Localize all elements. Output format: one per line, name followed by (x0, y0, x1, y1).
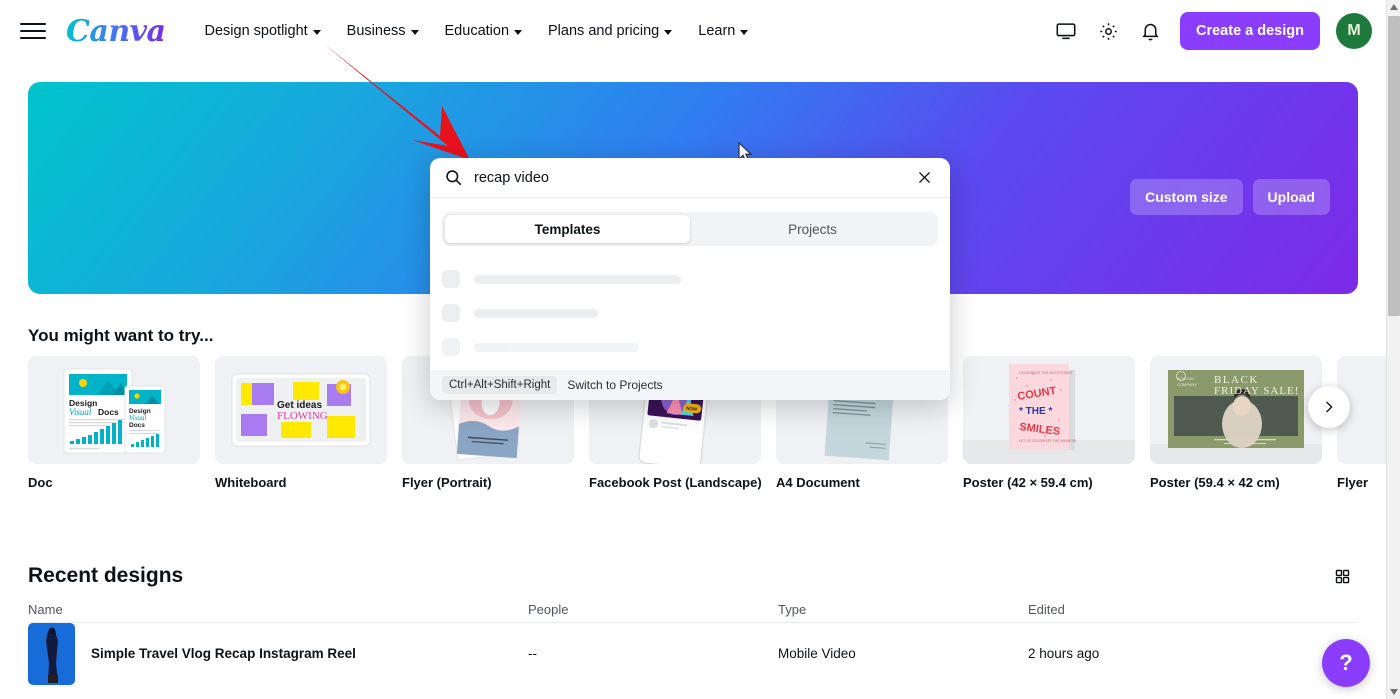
create-a-design-button[interactable]: Create a design (1180, 12, 1320, 50)
nav-item-plans-and-pricing[interactable]: Plans and pricing (537, 15, 683, 47)
search-bar (430, 158, 950, 198)
avatar[interactable]: M (1336, 13, 1372, 49)
row-type-cell: Mobile Video (778, 646, 856, 661)
tab-projects[interactable]: Projects (690, 215, 935, 243)
nav-item-education[interactable]: Education (434, 15, 534, 47)
column-header-edited[interactable]: Edited (1028, 602, 1358, 617)
search-input[interactable] (474, 169, 912, 186)
scroll-up-arrow[interactable] (1387, 0, 1400, 14)
table-row[interactable]: Simple Travel Vlog Recap Instagram Reel … (28, 622, 1358, 685)
chevron-right-icon (1326, 401, 1333, 413)
svg-text:FLOWING: FLOWING (277, 410, 328, 422)
svg-text:Visual: Visual (69, 407, 92, 417)
canva-homepage: Canva Design spotlight Business Educatio… (0, 0, 1400, 699)
suggestions-title: You might want to try... (28, 326, 214, 345)
template-label: Whiteboard (215, 475, 287, 490)
template-card-poster-landscape[interactable]: STYLISH COMPANY BLACK FRIDAY SALE! Poste… (1150, 356, 1322, 490)
skeleton-bar (474, 342, 639, 352)
nav-label: Business (346, 23, 406, 39)
hamburger-icon[interactable] (20, 18, 46, 44)
nav-item-learn[interactable]: Learn (687, 15, 759, 47)
main-navigation: Design spotlight Business Education Plan… (194, 15, 760, 47)
help-button[interactable]: ? (1322, 639, 1370, 687)
template-thumbnail: STYLISH COMPANY BLACK FRIDAY SALE! (1150, 356, 1322, 464)
svg-text:FRIDAY SALE!: FRIDAY SALE! (1214, 385, 1299, 397)
design-thumbnail (28, 622, 75, 685)
header-actions: Create a design M (1048, 12, 1386, 50)
recent-designs-table: Name People Type Edited Simple Travel Vl… (28, 596, 1358, 685)
template-label: Poster (42 × 59.4 cm) (963, 475, 1093, 490)
recent-designs-header: Recent designs (28, 560, 1358, 592)
template-label: Doc (28, 475, 53, 490)
close-icon[interactable] (912, 166, 936, 190)
row-name-cell: Simple Travel Vlog Recap Instagram Reel (28, 622, 528, 685)
chevron-down-icon (514, 29, 523, 35)
skeleton-bar (474, 274, 681, 284)
scroll-down-arrow[interactable] (1387, 685, 1400, 699)
row-people-cell: -- (528, 646, 537, 661)
skeleton-row (442, 262, 938, 296)
template-thumbnail: Get ideas FLOWING (215, 356, 387, 464)
chevron-down-icon (312, 29, 321, 35)
skeleton-row (442, 330, 938, 364)
chevron-down-icon (740, 29, 749, 35)
search-icon (446, 170, 462, 186)
nav-item-design-spotlight[interactable]: Design spotlight (194, 15, 332, 47)
column-header-name[interactable]: Name (28, 602, 528, 617)
skeleton-thumb (442, 338, 460, 356)
chevron-down-icon (410, 29, 419, 35)
nav-label: Plans and pricing (548, 23, 660, 39)
template-card-poster-portrait[interactable]: CELEBRATE THE MILESTONES COUNT * THE * S… (963, 356, 1135, 490)
grid-view-icon[interactable] (1326, 560, 1358, 592)
search-result-tabs: Templates Projects (442, 212, 938, 246)
svg-text:Docs: Docs (129, 422, 145, 429)
scrollbar-thumb[interactable] (1388, 16, 1400, 316)
template-label: Poster (59.4 × 42 cm) (1150, 475, 1280, 490)
nav-label: Learn (698, 23, 736, 39)
page-scrollbar[interactable] (1386, 0, 1400, 699)
column-header-type[interactable]: Type (778, 602, 1028, 617)
template-card-whiteboard[interactable]: Get ideas FLOWING Whiteboard (215, 356, 387, 490)
template-thumbnail: CELEBRATE THE MILESTONES COUNT * THE * S… (963, 356, 1135, 464)
nav-label: Design spotlight (204, 23, 308, 39)
svg-text:Docs: Docs (98, 407, 119, 417)
nav-label: Education (444, 23, 510, 39)
recent-designs-title: Recent designs (28, 564, 184, 587)
skeleton-row (442, 296, 938, 330)
search-panel-footer: Ctrl+Alt+Shift+Right Switch to Projects (430, 370, 950, 400)
canva-logo[interactable]: Canva (66, 14, 166, 49)
svg-text:COMPANY: COMPANY (1177, 382, 1197, 387)
design-name: Simple Travel Vlog Recap Instagram Reel (91, 646, 356, 661)
monitor-icon[interactable] (1048, 13, 1084, 49)
keyboard-shortcut: Ctrl+Alt+Shift+Right (442, 376, 558, 394)
column-header-people[interactable]: People (528, 602, 778, 617)
row-edited-cell: 2 hours ago (1028, 646, 1100, 661)
svg-text:Visual: Visual (129, 414, 146, 422)
template-card-doc[interactable]: Design Visual Docs Design Visual Docs Do… (28, 356, 200, 490)
svg-text:CELEBRATE THE MILESTONES: CELEBRATE THE MILESTONES (1019, 371, 1073, 375)
carousel-next-button[interactable] (1308, 386, 1350, 428)
tab-templates[interactable]: Templates (445, 215, 690, 243)
chevron-down-icon (664, 29, 673, 35)
search-dropdown-panel: Templates Projects Ctrl+Alt+Shift+Right … (430, 158, 950, 400)
skeleton-thumb (442, 304, 460, 322)
skeleton-thumb (442, 270, 460, 288)
template-label: A4 Document (776, 475, 860, 490)
svg-text:* THE *: * THE * (1019, 406, 1052, 417)
search-results-loading (430, 250, 950, 370)
switch-to-projects-label[interactable]: Switch to Projects (567, 378, 662, 392)
svg-text:LET US CELEBRATE THE WINNERS: LET US CELEBRATE THE WINNERS (1019, 439, 1077, 443)
template-label: Facebook Post (Landscape) (589, 475, 762, 490)
bell-icon[interactable] (1132, 13, 1168, 49)
nav-item-business[interactable]: Business (336, 15, 430, 47)
gear-icon[interactable] (1090, 13, 1126, 49)
top-header: Canva Design spotlight Business Educatio… (0, 0, 1386, 62)
template-label: Flyer (Portrait) (402, 475, 492, 490)
table-header-row: Name People Type Edited (28, 596, 1358, 622)
skeleton-bar (474, 308, 598, 318)
template-thumbnail: Design Visual Docs Design Visual Docs (28, 356, 200, 464)
